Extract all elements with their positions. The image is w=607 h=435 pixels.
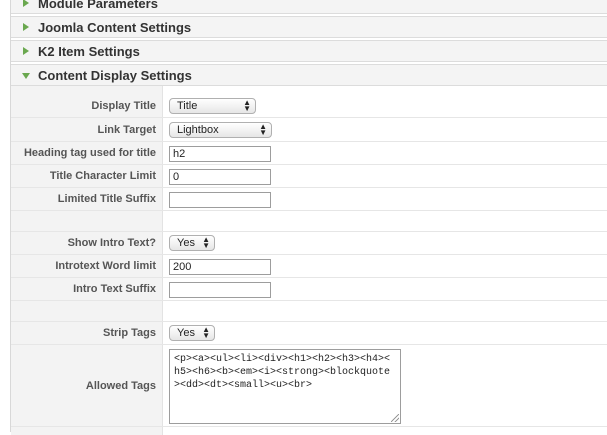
row-heading-tag: Heading tag used for title (11, 142, 607, 165)
row-link-target: Link Target Lightbox ▲ ▼ (11, 118, 607, 142)
field-label: Limited Title Suffix (57, 193, 156, 205)
empty-row (11, 301, 607, 322)
field-label: Heading tag used for title (23, 147, 156, 159)
expand-arrow-icon (23, 0, 29, 7)
field-label: Show Intro Text? (67, 237, 156, 249)
module-settings-frame: Module Parameters Joomla Content Setting… (10, 0, 607, 435)
row-introtext-word-limit: Introtext Word limit (11, 255, 607, 278)
select-arrows-icon: ▲ ▼ (243, 98, 251, 113)
empty-row (11, 211, 607, 232)
limited-title-suffix-input[interactable] (169, 192, 271, 208)
panel-content-display-settings[interactable]: Content Display Settings (11, 64, 607, 86)
row-limited-title-suffix: Limited Title Suffix (11, 188, 607, 211)
show-intro-text-select[interactable]: Yes ▲ ▼ (169, 235, 215, 251)
panel-title: Joomla Content Settings (38, 20, 192, 35)
row-intro-text-suffix: Intro Text Suffix (11, 278, 607, 301)
panel-title: Content Display Settings (38, 68, 192, 83)
spacer-row (11, 86, 607, 94)
collapse-arrow-icon (22, 73, 30, 79)
display-title-select[interactable]: Title ▲ ▼ (169, 98, 256, 114)
panel-title: K2 Item Settings (38, 44, 140, 59)
select-arrows-icon: ▲ ▼ (202, 325, 210, 340)
heading-tag-input[interactable] (169, 146, 271, 162)
panel-title: Module Parameters (38, 0, 158, 11)
field-label: Strip Tags (103, 327, 156, 339)
field-label: Title Character Limit (49, 170, 156, 182)
field-label: Introtext Word limit (55, 260, 156, 272)
expand-arrow-icon (23, 47, 29, 55)
allowed-tags-textarea[interactable]: <p><a><ul><li><div><h1><h2><h3><h4><h5><… (169, 349, 401, 424)
row-display-title: Display Title Title ▲ ▼ (11, 94, 607, 118)
row-title-character-limit: Title Character Limit (11, 165, 607, 188)
intro-text-suffix-input[interactable] (169, 282, 271, 298)
title-character-limit-input[interactable] (169, 169, 271, 185)
field-label: Display Title (91, 100, 156, 112)
panel-k2-item-settings[interactable]: K2 Item Settings (11, 40, 607, 62)
resize-handle-icon[interactable] (391, 414, 399, 422)
row-show-intro-text: Show Intro Text? Yes ▲ ▼ (11, 232, 607, 255)
row-allowed-tags: Allowed Tags <p><a><ul><li><div><h1><h2>… (11, 345, 607, 427)
partial-row (11, 427, 607, 435)
field-label: Allowed Tags (85, 380, 156, 392)
expand-arrow-icon (23, 23, 29, 31)
label-column (11, 86, 163, 94)
panel-module-parameters[interactable]: Module Parameters (11, 0, 607, 14)
field-label: Intro Text Suffix (73, 283, 156, 295)
introtext-word-limit-input[interactable] (169, 259, 271, 275)
row-strip-tags: Strip Tags Yes ▲ ▼ (11, 322, 607, 345)
link-target-select[interactable]: Lightbox ▲ ▼ (169, 122, 272, 138)
select-arrows-icon: ▲ ▼ (259, 122, 267, 137)
strip-tags-select[interactable]: Yes ▲ ▼ (169, 325, 215, 341)
panel-joomla-content-settings[interactable]: Joomla Content Settings (11, 16, 607, 38)
field-label: Link Target (97, 124, 156, 136)
select-arrows-icon: ▲ ▼ (202, 235, 210, 250)
